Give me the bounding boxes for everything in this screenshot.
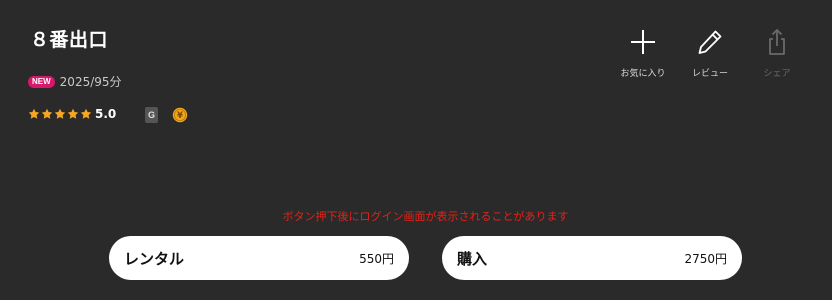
buy-button[interactable]: 購入 2750円 xyxy=(442,236,742,280)
star-icon xyxy=(54,108,66,119)
rental-button[interactable]: レンタル 550円 xyxy=(109,236,409,280)
review-label: レビュー xyxy=(691,69,728,79)
share-button[interactable]: シェア xyxy=(745,28,809,80)
coin-icon: ¥ xyxy=(172,107,188,123)
pencil-icon xyxy=(698,30,722,54)
star-icon xyxy=(28,108,40,119)
meta-row: NEW 2025/95分 xyxy=(28,75,122,89)
rating-row: 5.0 xyxy=(28,106,116,122)
rating-stars xyxy=(28,108,93,120)
release-info: 2025/95分 xyxy=(59,75,122,89)
star-icon xyxy=(67,108,79,119)
age-rating-badge: G xyxy=(145,107,158,123)
buy-label: 購入 xyxy=(457,249,488,268)
favorite-label: お気に入り xyxy=(620,69,666,79)
coin-symbol: ¥ xyxy=(177,111,183,121)
login-notice: ボタン押下後にログイン画面が表示されることがあります xyxy=(282,210,569,223)
rental-label: レンタル xyxy=(124,249,185,268)
new-badge: NEW xyxy=(28,76,55,88)
star-icon xyxy=(41,108,53,119)
favorite-button[interactable]: お気に入り xyxy=(611,28,675,80)
star-icon xyxy=(80,108,92,119)
page-title: ８番出口 xyxy=(30,29,109,51)
share-label: シェア xyxy=(763,69,791,79)
rating-score: 5.0 xyxy=(95,107,117,121)
buy-price: 2750円 xyxy=(684,251,727,266)
review-button[interactable]: レビュー xyxy=(678,28,742,80)
plus-icon xyxy=(631,30,655,54)
rental-price: 550円 xyxy=(359,251,394,266)
share-icon xyxy=(769,29,785,55)
